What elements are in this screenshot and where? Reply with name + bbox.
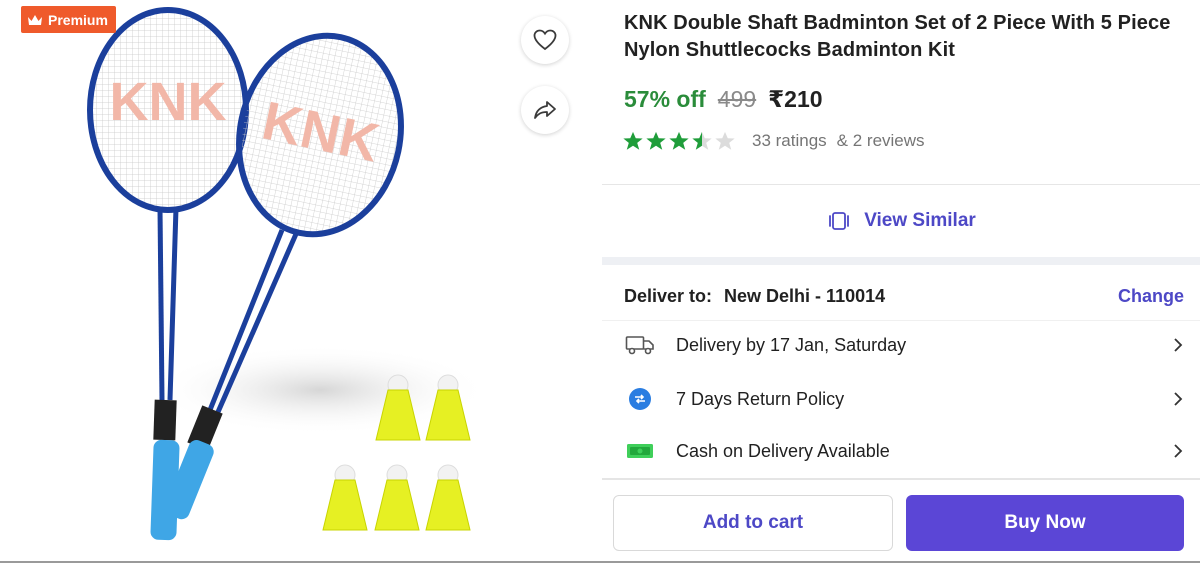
delivery-date-row[interactable]: Delivery by 17 Jan, Saturday xyxy=(624,325,1184,365)
truck-icon xyxy=(624,329,656,361)
return-policy-text: 7 Days Return Policy xyxy=(676,388,845,409)
cash-icon xyxy=(624,435,656,467)
wishlist-button[interactable] xyxy=(521,16,569,64)
half-star-icon xyxy=(692,131,712,150)
star-icon xyxy=(646,131,666,150)
chevron-right-icon xyxy=(1174,392,1183,406)
delivery-date-text: Delivery by 17 Jan, Saturday xyxy=(676,334,907,355)
delivery-location: New Delhi - 110014 xyxy=(724,286,886,306)
cards-icon xyxy=(829,212,850,230)
change-location-link[interactable]: Change xyxy=(1118,286,1184,307)
product-title: KNK Double Shaft Badminton Set of 2 Piec… xyxy=(624,12,1171,61)
reviews-count: & 2 reviews xyxy=(836,131,925,150)
chevron-right-icon xyxy=(1174,444,1183,458)
section-separator xyxy=(602,257,1200,265)
empty-star-icon xyxy=(715,131,735,150)
crown-icon xyxy=(28,14,42,25)
divider xyxy=(602,478,1200,480)
discount-percent: 57% off xyxy=(624,86,706,112)
star-icon xyxy=(623,131,643,150)
star-rating xyxy=(622,130,736,152)
racket-logo: KNK xyxy=(110,72,227,132)
premium-badge: Premium xyxy=(21,6,116,33)
share-icon xyxy=(534,101,556,119)
view-similar-label: View Similar xyxy=(864,210,976,231)
rating-row[interactable]: 33 ratings & 2 reviews xyxy=(622,130,925,152)
star-icon xyxy=(669,131,689,150)
original-price: 499 xyxy=(717,86,757,112)
price-row: 57% off 499 ₹210 xyxy=(624,86,823,113)
cash-on-delivery-row[interactable]: Cash on Delivery Available xyxy=(624,431,1184,471)
share-button[interactable] xyxy=(521,86,569,134)
chevron-right-icon xyxy=(1174,338,1183,352)
divider xyxy=(602,320,1200,321)
product-image: KNK KNK xyxy=(87,7,490,541)
cash-on-delivery-text: Cash on Delivery Available xyxy=(676,440,890,461)
deliver-to-label: Deliver to: xyxy=(624,286,713,306)
product-image-panel: KNK KNK Premium xyxy=(0,0,600,563)
product-details-panel: KNK Double Shaft Badminton Set of 2 Piec… xyxy=(602,0,1200,563)
premium-label: Premium xyxy=(48,11,108,28)
heart-icon xyxy=(533,29,557,51)
delivery-location-row: Deliver to: New Delhi - 110014 Change xyxy=(624,286,1184,307)
return-policy-row[interactable]: 7 Days Return Policy xyxy=(624,379,1184,419)
buy-now-button[interactable]: Buy Now xyxy=(906,495,1184,551)
ratings-count: 33 ratings xyxy=(752,131,827,150)
view-similar-button[interactable]: View Similar xyxy=(602,185,1200,257)
selling-price: ₹210 xyxy=(768,86,823,112)
add-to-cart-button[interactable]: Add to cart xyxy=(613,495,893,551)
return-icon xyxy=(624,383,656,415)
